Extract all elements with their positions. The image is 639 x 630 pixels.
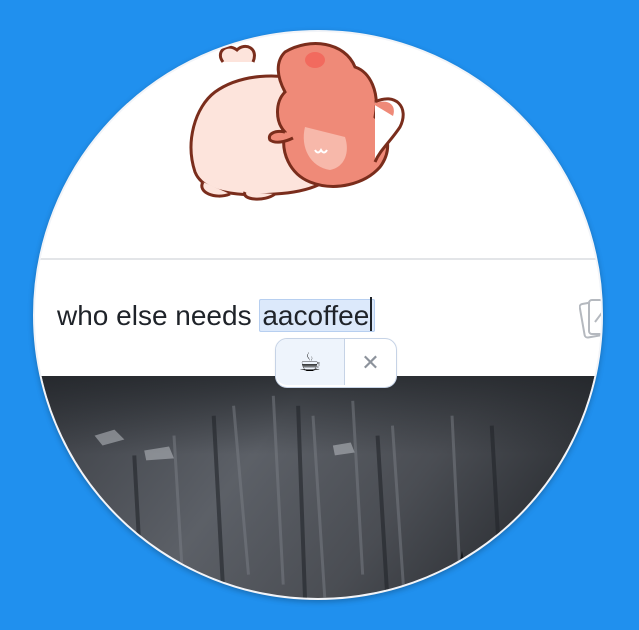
- message-input[interactable]: who else needs aacoffee: [57, 296, 376, 336]
- emoji-suggestion-glyph: ☕: [298, 346, 322, 377]
- close-icon[interactable]: ✕: [345, 339, 396, 387]
- attachment-icon[interactable]: [579, 294, 603, 342]
- emoji-suggestion-popup: ☕ ✕: [275, 338, 397, 388]
- fox-sticker-image: [189, 42, 405, 201]
- text-caret: [370, 297, 373, 331]
- dismiss-suggestion-glyph: ✕: [361, 350, 380, 375]
- message-text-before: who else needs: [57, 300, 260, 331]
- highlighted-word-text: aacoffee: [262, 300, 370, 331]
- autocomplete-highlighted-word[interactable]: aacoffee: [259, 297, 376, 332]
- magnifier-lens: who else needs aacoffee ☕ ✕: [33, 30, 603, 600]
- coffee-icon[interactable]: ☕: [276, 339, 345, 385]
- rock-cliff-photo: [35, 376, 601, 598]
- desktop-background: who else needs aacoffee ☕ ✕: [0, 0, 639, 630]
